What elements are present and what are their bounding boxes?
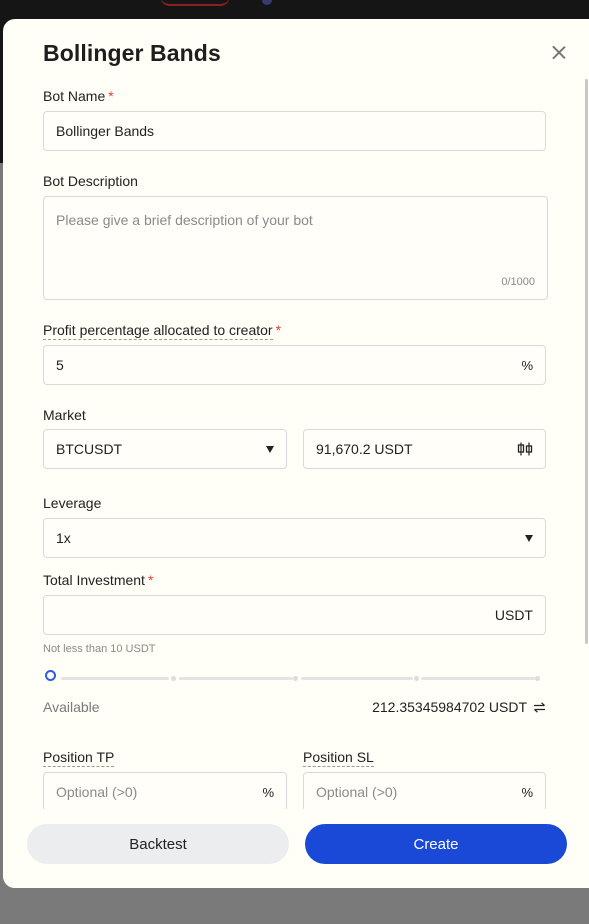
backtest-button[interactable]: Backtest (27, 824, 289, 864)
profit-share-label: Profit percentage allocated to creator * (43, 322, 282, 340)
leverage-value: 1x (56, 530, 71, 546)
character-counter: 0/1000 (501, 276, 535, 288)
bot-name-input[interactable]: Bollinger Bands (43, 111, 546, 151)
slider-tick[interactable] (171, 676, 176, 681)
slider-thumb[interactable] (45, 670, 56, 681)
position-tp-input[interactable]: Optional (>0) % (43, 772, 287, 812)
required-mark: * (275, 322, 282, 338)
slider-tick[interactable] (293, 676, 298, 681)
position-tp-label: Position TP (43, 749, 115, 767)
swap-icon[interactable] (533, 701, 546, 713)
slider-track-segment (179, 677, 293, 680)
market-symbol: BTCUSDT (56, 441, 123, 457)
market-price-display: 91,670.2 USDT (303, 429, 546, 469)
available-value: 212.35345984702 USDT (372, 699, 527, 715)
leverage-label: Leverage (43, 495, 102, 511)
slider-track-segment (421, 677, 535, 680)
profit-share-value: 5 (56, 357, 64, 373)
create-button[interactable]: Create (305, 824, 567, 864)
investment-hint: Not less than 10 USDT (43, 643, 156, 655)
bot-name-label: Bot Name * (43, 88, 114, 104)
candlestick-icon[interactable] (517, 442, 533, 456)
position-sl-label: Position SL (303, 749, 374, 767)
total-investment-input[interactable]: USDT (43, 595, 546, 635)
bot-description-label: Bot Description (43, 173, 138, 189)
slider-track-segment (61, 677, 169, 680)
market-label: Market (43, 407, 86, 423)
slider-tick[interactable] (535, 676, 540, 681)
bot-description-placeholder: Please give a brief description of your … (56, 212, 313, 228)
profit-share-input[interactable]: 5 % (43, 345, 546, 385)
slider-track-segment (301, 677, 413, 680)
required-mark: * (147, 572, 154, 588)
market-price: 91,670.2 USDT (316, 441, 413, 457)
percent-suffix: % (521, 357, 533, 373)
position-sl-input[interactable]: Optional (>0) % (303, 772, 546, 812)
chevron-down-icon (525, 534, 533, 542)
position-sl-placeholder: Optional (>0) (316, 784, 398, 800)
modal-footer: Backtest Create (3, 809, 589, 888)
bot-name-value: Bollinger Bands (56, 123, 155, 139)
usdt-suffix: USDT (494, 607, 533, 623)
market-select[interactable]: BTCUSDT (43, 429, 287, 469)
background-dot (262, 0, 272, 5)
background-decoration (160, 0, 230, 6)
create-bot-modal: Bollinger Bands Bot Name * Bollinger Band… (3, 19, 589, 888)
close-icon[interactable] (548, 42, 570, 64)
total-investment-label: Total Investment * (43, 572, 154, 588)
percent-suffix: % (262, 784, 274, 800)
position-tp-placeholder: Optional (>0) (56, 784, 138, 800)
bot-description-textarea[interactable]: Please give a brief description of your … (43, 196, 548, 300)
scrollbar[interactable] (585, 79, 588, 644)
required-mark: * (108, 88, 114, 104)
chevron-down-icon (266, 445, 274, 453)
leverage-select[interactable]: 1x (43, 518, 546, 558)
percent-suffix: % (521, 784, 533, 800)
modal-title: Bollinger Bands (43, 40, 221, 66)
slider-tick[interactable] (414, 676, 419, 681)
available-balance: 212.35345984702 USDT (372, 699, 546, 715)
available-label: Available (43, 699, 100, 715)
